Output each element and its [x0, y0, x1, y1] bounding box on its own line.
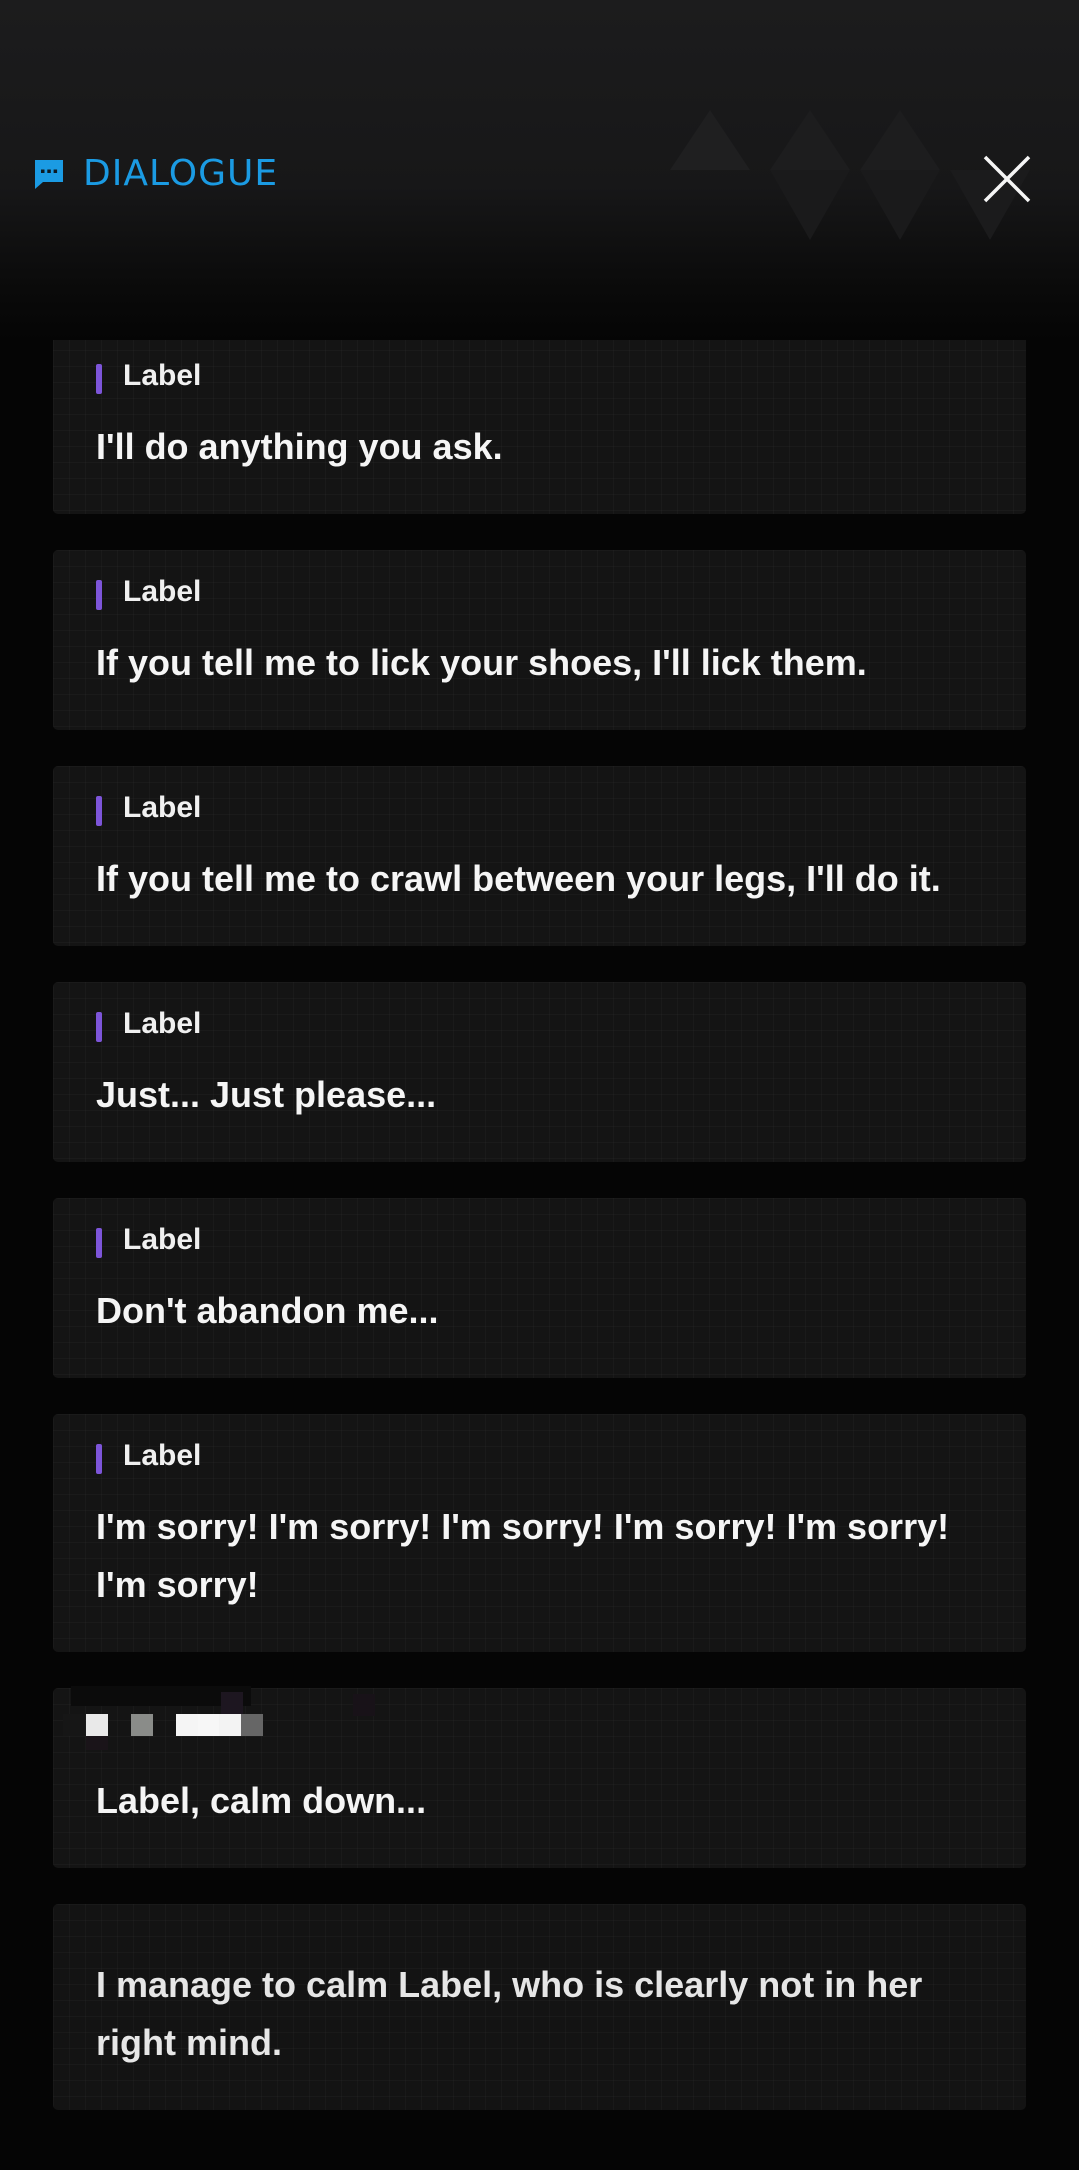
speaker-tag: Label: [96, 1438, 984, 1474]
speaker-marker: [96, 580, 102, 610]
dialogue-text: If you tell me to lick your shoes, I'll …: [96, 642, 867, 683]
speaker-tag: Label: [96, 790, 984, 826]
decorative-triangles-pattern: [670, 110, 1030, 240]
dialogue-entry: Label I'm sorry! I'm sorry! I'm sorry! I…: [53, 1414, 1026, 1652]
speaker-name: Label: [123, 359, 202, 392]
dialogue-text: Label, calm down...: [96, 1780, 427, 1821]
dialogue-entry: Label I'll do anything you ask.: [53, 334, 1026, 514]
dialogue-list[interactable]: Label I'll do anything you ask. Label If…: [53, 334, 1026, 2146]
dialogue-entry: Label, calm down...: [53, 1686, 1026, 1868]
dialogue-entry: Label Don't abandon me...: [53, 1198, 1026, 1378]
close-button[interactable]: [979, 151, 1035, 207]
speaker-name: Label: [123, 575, 202, 608]
speaker-marker: [96, 364, 102, 394]
speaker-name: Label: [123, 791, 202, 824]
dialogue-entry: Label If you tell me to crawl between yo…: [53, 766, 1026, 946]
pixelated-name-glitch: [63, 1686, 375, 1750]
speaker-marker: [96, 796, 102, 826]
dialogue-title: DIALOGUE: [31, 156, 278, 192]
speaker-name: Label: [123, 1439, 202, 1472]
chat-bubble-icon: [35, 160, 63, 189]
dialogue-text: Just... Just please...: [96, 1074, 437, 1115]
dialogue-entry: Label If you tell me to lick your shoes,…: [53, 550, 1026, 730]
dialogue-text: I'm sorry! I'm sorry! I'm sorry! I'm sor…: [96, 1506, 950, 1605]
narration-entry: I manage to calm Label, who is clearly n…: [53, 1904, 1026, 2110]
dialogue-entry: Label Just... Just please...: [53, 982, 1026, 1162]
speaker-tag: Label: [96, 1222, 984, 1258]
dialogue-header: DIALOGUE: [0, 0, 1079, 340]
speaker-marker: [96, 1444, 102, 1474]
pixelated-speaker-tag: [63, 1686, 984, 1750]
speaker-tag: Label: [96, 574, 984, 610]
speaker-tag: Label: [96, 358, 984, 394]
dialogue-text: If you tell me to crawl between your leg…: [96, 858, 941, 899]
narration-text: I manage to calm Label, who is clearly n…: [96, 1964, 923, 2063]
speaker-marker: [96, 1228, 102, 1258]
dialogue-title-text: DIALOGUE: [83, 153, 279, 194]
close-icon: [983, 155, 1031, 203]
speaker-tag: Label: [96, 1006, 984, 1042]
dialogue-text: Don't abandon me...: [96, 1290, 439, 1331]
dialogue-log-screen: DIALOGUE Label I'll do anything you ask.…: [0, 0, 1079, 2170]
speaker-name: Label: [123, 1223, 202, 1256]
speaker-marker: [96, 1012, 102, 1042]
dialogue-text: I'll do anything you ask.: [96, 426, 503, 467]
speaker-name: Label: [123, 1007, 202, 1040]
